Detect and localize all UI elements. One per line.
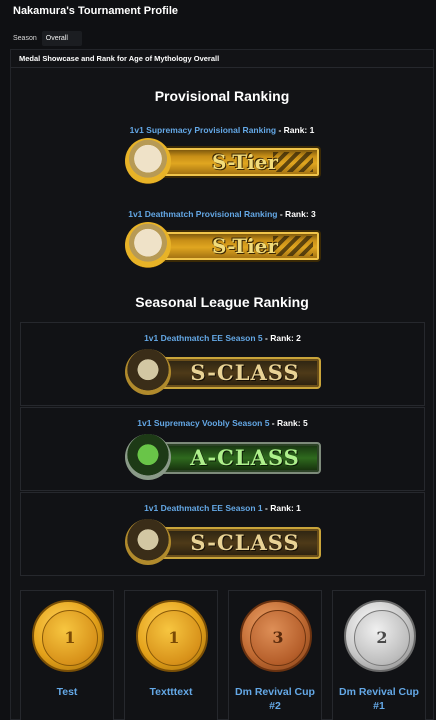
medal-showcase-panel: Medal Showcase and Rank for Age of Mytho… xyxy=(10,49,434,720)
badge-text: A-CLASS xyxy=(190,445,300,470)
gold-medal-icon: 1 xyxy=(136,600,208,672)
league-rank-line: 1v1 Deathmatch EE Season 1 - Rank: 1 xyxy=(21,503,424,513)
medal-name[interactable]: Test xyxy=(21,685,113,699)
a-class-badge: A-CLASS xyxy=(125,434,323,480)
provisional-rank-line: 1v1 Deathmatch Provisional Ranking - Ran… xyxy=(11,209,433,219)
medal-card[interactable]: 1 Test xyxy=(20,590,114,720)
medal-card[interactable]: 1 Textttext xyxy=(124,590,218,720)
provisional-ranking-title: Provisional Ranking xyxy=(154,88,290,104)
league-rank-value: - Rank: 5 xyxy=(269,418,308,428)
provisional-rank-value: - Rank: 3 xyxy=(277,209,316,219)
warrior-emblem-icon xyxy=(125,222,171,268)
badge-text: S-Tier xyxy=(212,150,278,174)
medal-place: 1 xyxy=(64,628,76,647)
badge-text: S-Tier xyxy=(212,234,278,258)
bronze-medal-icon: 3 xyxy=(240,600,312,672)
page-title: Nakamura's Tournament Profile xyxy=(13,5,179,17)
league-rank-card: 1v1 Deathmatch EE Season 5 - Rank: 2 S-C… xyxy=(20,322,425,406)
seasonal-league-ranking-title: Seasonal League Ranking xyxy=(135,294,309,310)
badge-text: S-CLASS xyxy=(190,530,300,555)
medal-card[interactable]: 3 Dm Revival Cup #2 xyxy=(228,590,322,720)
medal-name[interactable]: Dm Revival Cup #2 xyxy=(229,685,321,713)
medal-name[interactable]: Textttext xyxy=(125,685,217,699)
medal-place: 2 xyxy=(376,628,388,647)
badge-text: S-CLASS xyxy=(190,360,300,385)
league-rank-link[interactable]: 1v1 Supremacy Voobly Season 5 xyxy=(137,418,269,428)
league-rank-value: - Rank: 2 xyxy=(262,333,301,343)
provisional-rank-line: 1v1 Supremacy Provisional Ranking - Rank… xyxy=(11,125,433,135)
s-class-badge: S-CLASS xyxy=(125,519,323,565)
medal-name[interactable]: Dm Revival Cup #1 xyxy=(333,685,425,713)
warrior-emblem-icon xyxy=(125,138,171,184)
knight-emblem-icon xyxy=(125,519,171,565)
season-selector-row: Season Overall xyxy=(0,28,436,48)
season-label: Season xyxy=(13,34,37,42)
season-select[interactable]: Overall xyxy=(41,30,82,46)
provisional-rank-link[interactable]: 1v1 Deathmatch Provisional Ranking xyxy=(128,209,277,219)
silver-medal-icon: 2 xyxy=(344,600,416,672)
gold-medal-icon: 1 xyxy=(32,600,104,672)
medal-card[interactable]: 2 Dm Revival Cup #1 xyxy=(332,590,426,720)
league-rank-line: 1v1 Deathmatch EE Season 5 - Rank: 2 xyxy=(21,333,424,343)
provisional-rank-link[interactable]: 1v1 Supremacy Provisional Ranking xyxy=(130,125,276,135)
league-rank-link[interactable]: 1v1 Deathmatch EE Season 5 xyxy=(144,333,263,343)
league-rank-card: 1v1 Deathmatch EE Season 1 - Rank: 1 S-C… xyxy=(20,492,425,576)
league-rank-value: - Rank: 1 xyxy=(262,503,301,513)
s-tier-badge: S-Tier xyxy=(125,222,323,268)
knight-emblem-icon xyxy=(125,349,171,395)
medal-place: 3 xyxy=(272,628,284,647)
league-rank-card: 1v1 Supremacy Voobly Season 5 - Rank: 5 … xyxy=(20,407,425,491)
medusa-emblem-icon xyxy=(125,434,171,480)
s-class-badge: S-CLASS xyxy=(125,349,323,395)
showcase-header: Medal Showcase and Rank for Age of Mytho… xyxy=(11,50,433,68)
league-rank-link[interactable]: 1v1 Deathmatch EE Season 1 xyxy=(144,503,263,513)
s-tier-badge: S-Tier xyxy=(125,138,323,184)
provisional-rank-value: - Rank: 1 xyxy=(276,125,315,135)
medal-place: 1 xyxy=(168,628,180,647)
league-rank-line: 1v1 Supremacy Voobly Season 5 - Rank: 5 xyxy=(21,418,424,428)
